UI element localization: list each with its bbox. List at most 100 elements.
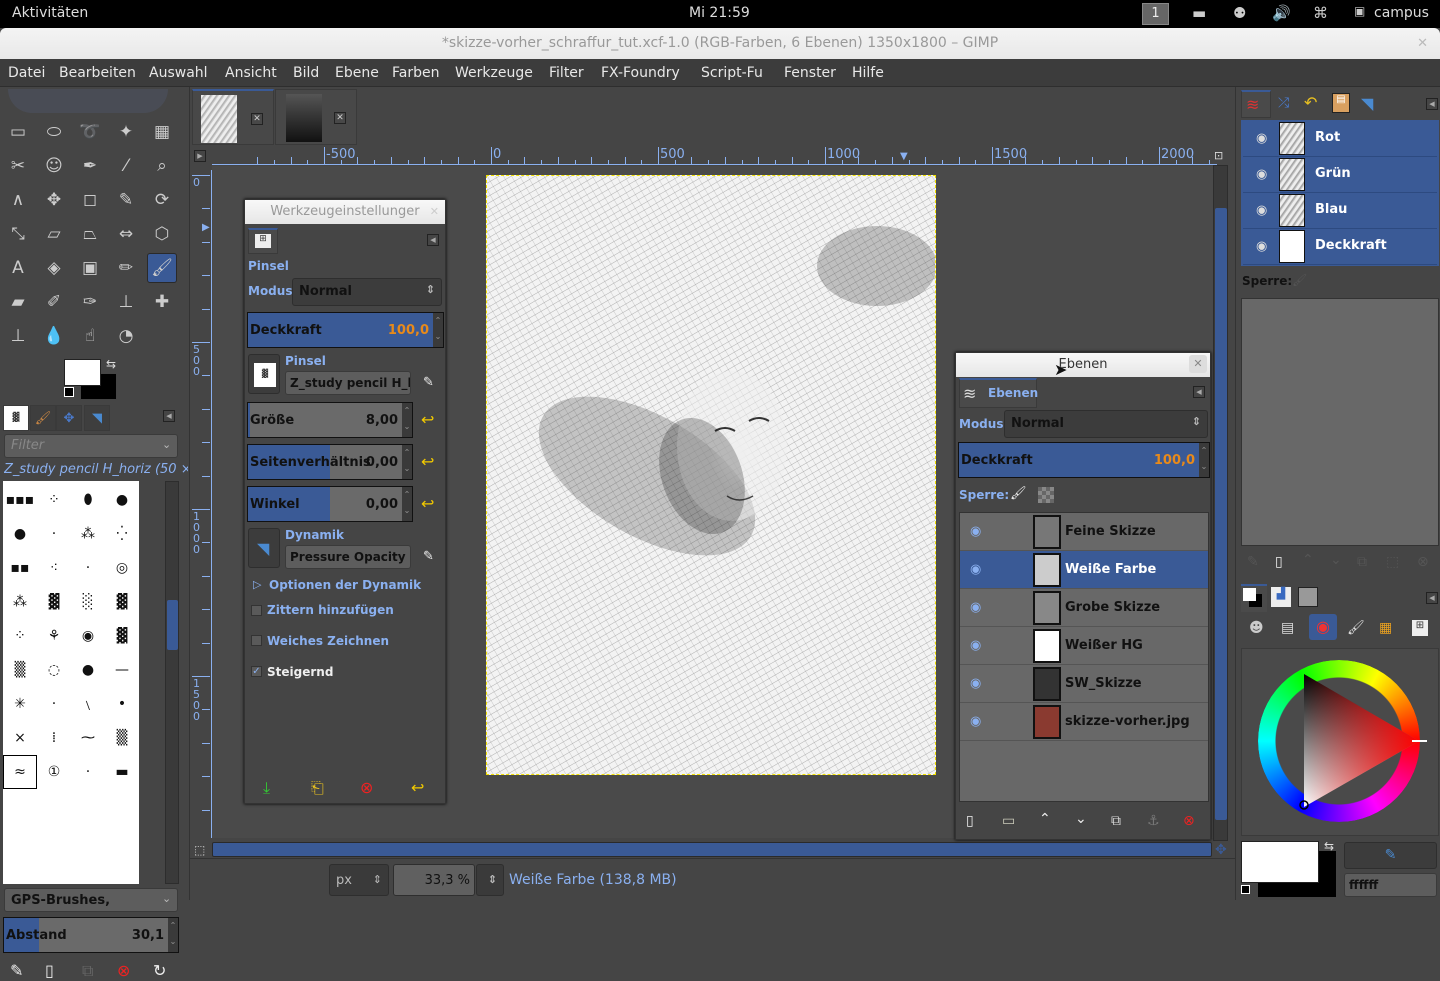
paths-tool-icon[interactable]: ✒ bbox=[75, 151, 105, 181]
layer-row[interactable]: ◉ skizze-vorher.jpg bbox=[960, 703, 1208, 741]
wheel-selector-icon[interactable]: ◉ bbox=[1309, 614, 1337, 640]
workspace-indicator[interactable]: 1 bbox=[1142, 3, 1169, 25]
brush-item[interactable]: ▬ bbox=[105, 755, 139, 789]
brush-item[interactable]: ▓ bbox=[105, 585, 139, 619]
size-spinner[interactable]: Größe 8,00 ⌃ ⌄ bbox=[247, 402, 413, 438]
brush-item[interactable]: • bbox=[105, 687, 139, 721]
ellipse-select-tool-icon[interactable]: ⬭ bbox=[39, 117, 69, 147]
refresh-brushes-icon[interactable]: ↻ bbox=[153, 961, 166, 980]
menu-farben[interactable]: Farben bbox=[392, 65, 439, 81]
perspective-tool-icon[interactable]: ⏢ bbox=[75, 219, 105, 249]
zoom-input[interactable]: 33,3 % bbox=[393, 864, 475, 896]
smooth-stroke-checkbox[interactable] bbox=[251, 635, 262, 646]
brush-scrollbar-thumb[interactable] bbox=[167, 600, 178, 650]
zoom-tool-icon[interactable]: ⌕ bbox=[147, 151, 177, 181]
paths-tab-icon[interactable]: ⤮ bbox=[1278, 95, 1289, 111]
brush-item[interactable]: ① bbox=[37, 755, 71, 789]
menu-filter[interactable]: Filter bbox=[549, 65, 584, 81]
restore-options-icon[interactable]: ⎗ bbox=[311, 778, 324, 798]
reset-size-icon[interactable]: ↩ bbox=[421, 410, 434, 429]
edit-brush-icon[interactable]: ✎ bbox=[10, 961, 23, 980]
layer-row[interactable]: ◉ Grobe Skizze bbox=[960, 589, 1208, 627]
foreground-color-swatch[interactable] bbox=[64, 359, 101, 386]
cage-transform-tool-icon[interactable]: ⬡ bbox=[147, 219, 177, 249]
menu-bearbeiten[interactable]: Bearbeiten bbox=[59, 65, 136, 81]
color-wheel[interactable] bbox=[1242, 649, 1440, 837]
flip-tool-icon[interactable]: ⇔ bbox=[111, 219, 141, 249]
clone-tool-icon[interactable]: ⊥ bbox=[111, 287, 141, 317]
clock[interactable]: Mi 21:59 bbox=[689, 5, 750, 21]
reset-aspect-icon[interactable]: ↩ bbox=[421, 452, 434, 471]
patterns-tab-icon[interactable] bbox=[1298, 587, 1318, 607]
crop-tool-icon[interactable]: ✎ bbox=[111, 185, 141, 215]
brush-item[interactable]: ⁛ bbox=[105, 517, 139, 551]
new-layer-group-icon[interactable]: ▭ bbox=[1002, 813, 1015, 829]
brush-item[interactable]: ● bbox=[3, 517, 37, 551]
tool-options-tab[interactable]: ⊞ bbox=[248, 228, 278, 254]
lower-layer-icon[interactable]: ⌄ bbox=[1075, 811, 1087, 827]
layer-opacity-spinner[interactable]: Deckkraft 100,0 ⌃ ⌄ bbox=[958, 442, 1210, 478]
image-canvas[interactable] bbox=[486, 175, 936, 775]
dynamics-name-field[interactable]: Pressure Opacity bbox=[285, 545, 411, 569]
opacity-spinner[interactable]: Deckkraft 100,0 ⌃ ⌄ bbox=[247, 312, 444, 348]
mode-select[interactable]: Normal ⇕ bbox=[292, 278, 442, 306]
brush-preview-button[interactable]: ▓ bbox=[248, 354, 280, 394]
palette-selector-icon[interactable]: ▦ bbox=[1379, 620, 1392, 636]
accessibility-icon[interactable]: ⚉ bbox=[1233, 4, 1246, 22]
color-picker-tool-icon[interactable]: ⁄ bbox=[111, 151, 141, 181]
close-tab-icon[interactable]: ✕ bbox=[334, 112, 346, 124]
filter-dropdown-chevron-icon[interactable]: ⌄ bbox=[162, 438, 171, 451]
canvas-vertical-scrollbar-thumb[interactable] bbox=[1215, 208, 1227, 820]
reset-options-icon[interactable]: ↩ bbox=[411, 778, 424, 797]
unit-select[interactable]: px ⇕ bbox=[329, 864, 389, 896]
canvas-horizontal-scrollbar[interactable] bbox=[212, 842, 1212, 857]
angle-spinner[interactable]: Winkel 0,00 ⌃ ⌄ bbox=[247, 486, 413, 522]
fg-bg-tab[interactable] bbox=[1241, 584, 1267, 612]
paint-dynamics-tab-icon[interactable]: 🖌 bbox=[30, 405, 56, 431]
close-icon[interactable]: ✕ bbox=[1189, 355, 1207, 373]
channel-row[interactable]: ◉ Rot bbox=[1243, 121, 1437, 157]
lock-alpha-icon[interactable] bbox=[1038, 487, 1054, 503]
new-layer-icon[interactable]: ▯ bbox=[966, 813, 974, 829]
swap-colors-icon[interactable]: ⇆ bbox=[1324, 839, 1334, 853]
pencil-tool-icon[interactable]: ✏ bbox=[111, 253, 141, 283]
visibility-eye-icon[interactable]: ◉ bbox=[970, 600, 981, 615]
watercolor-selector-icon[interactable]: 🖌 bbox=[1347, 620, 1365, 636]
visibility-eye-icon[interactable]: ◉ bbox=[1256, 203, 1267, 218]
brush-item[interactable]: · bbox=[37, 517, 71, 551]
close-window-icon[interactable]: ✕ bbox=[1417, 28, 1428, 59]
heal-tool-icon[interactable]: ✚ bbox=[147, 287, 177, 317]
configure-tab-icon[interactable]: ◀ bbox=[163, 410, 175, 422]
duplicate-brush-icon[interactable]: ⧉ bbox=[82, 961, 93, 981]
scale-tool-icon[interactable]: ⤡ bbox=[3, 219, 33, 249]
configure-tab-icon[interactable]: ◀ bbox=[427, 234, 439, 246]
eraser-tool-icon[interactable]: ▰ bbox=[3, 287, 33, 317]
image-tab-0[interactable]: ✕ bbox=[192, 89, 274, 145]
brush-item[interactable]: ◉ bbox=[71, 619, 105, 653]
fuzzy-select-tool-icon[interactable]: ✦ bbox=[111, 117, 141, 147]
brushes-tab-icon[interactable]: ▓ bbox=[3, 405, 29, 431]
fg-color-large[interactable] bbox=[1241, 841, 1319, 883]
new-brush-icon[interactable]: ▯ bbox=[45, 961, 54, 980]
bucket-fill-tool-icon[interactable]: ◈ bbox=[39, 253, 69, 283]
aspect-arrows[interactable]: ⌃ ⌄ bbox=[402, 445, 412, 479]
menu-script-fu[interactable]: Script-Fu bbox=[701, 65, 763, 81]
brush-item[interactable]: ▒ bbox=[3, 653, 37, 687]
rotate-tool-icon[interactable]: ⟳ bbox=[147, 185, 177, 215]
network-icon[interactable]: ⌘ bbox=[1313, 4, 1328, 22]
scales-selector-icon[interactable]: ⊞ bbox=[1412, 620, 1428, 636]
edit-channel-icon[interactable]: ✎ bbox=[1247, 554, 1259, 570]
brush-filter-input[interactable]: Filter bbox=[4, 434, 178, 458]
close-icon[interactable]: ✕ bbox=[430, 200, 439, 224]
layers-tab[interactable]: ≋ Ebenen bbox=[959, 378, 1038, 408]
brush-item[interactable]: ⁞ bbox=[37, 721, 71, 755]
menu-bild[interactable]: Bild bbox=[293, 65, 319, 81]
visibility-eye-icon[interactable]: ◉ bbox=[970, 714, 981, 729]
configure-tab-icon[interactable]: ◀ bbox=[1426, 98, 1438, 110]
airbrush-tool-icon[interactable]: ✐ bbox=[39, 287, 69, 317]
incremental-label[interactable]: Steigernd bbox=[267, 665, 333, 679]
brush-item[interactable]: · bbox=[37, 687, 71, 721]
lock-pixels-icon[interactable]: 🖌 bbox=[1292, 273, 1307, 287]
brush-item[interactable]: ▓ bbox=[37, 585, 71, 619]
brush-item[interactable]: ⁂ bbox=[71, 517, 105, 551]
